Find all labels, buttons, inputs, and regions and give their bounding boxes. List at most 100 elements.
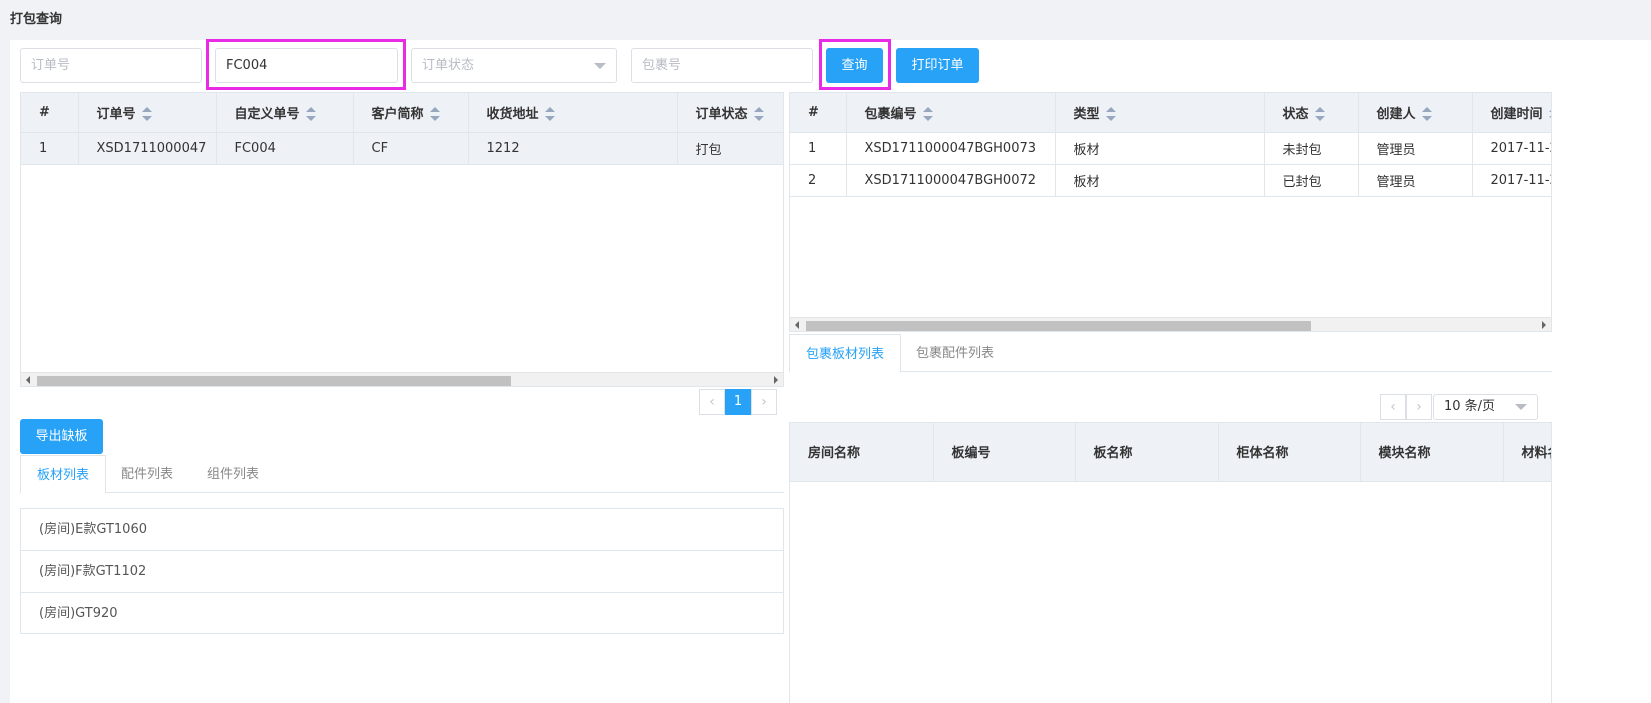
- sort-icon[interactable]: [1421, 107, 1432, 122]
- orders-table-box: # 订单号 自定义单号 客户简称 收货地址 订单状态 1 XSD1711000047 FC00…: [20, 92, 784, 387]
- custom-no-highlight: [206, 39, 406, 90]
- column-header-label: 客户简称: [371, 106, 424, 122]
- sort-icon[interactable]: [1548, 107, 1551, 122]
- column-header[interactable]: 类型: [1055, 93, 1265, 133]
- table-row[interactable]: 2 XSD1711000047BGH0072 板材 已封包 管理员 2017-11-2: [790, 164, 1551, 197]
- table-cell: 未封包: [1264, 132, 1359, 165]
- packages-table: # 包裹编号 类型 状态 创建人 创建时间 1 XSD1711000047BGH0073 板材…: [790, 93, 1551, 197]
- list-item[interactable]: (房间)F款GT1102: [21, 551, 783, 593]
- orders-horizontal-scrollbar[interactable]: [21, 372, 783, 386]
- column-header-label: 房间名称: [808, 446, 861, 462]
- column-header[interactable]: 状态: [1264, 93, 1359, 133]
- column-header-label: #: [808, 104, 819, 120]
- table-cell: XSD1711000047BGH0073: [846, 132, 1056, 165]
- table-cell: 已封包: [1264, 164, 1359, 197]
- left-pager-next-button[interactable]: ›: [751, 389, 777, 415]
- column-header-label: 模块名称: [1378, 446, 1431, 462]
- tab-component-list[interactable]: 组件列表: [191, 455, 275, 494]
- order-status-select[interactable]: 订单状态: [411, 48, 617, 83]
- column-header-label: 类型: [1073, 106, 1100, 122]
- list-item[interactable]: (房间)GT920: [21, 593, 783, 635]
- column-header-label: 材料名: [1521, 446, 1552, 462]
- board-table-box: 房间名称 板编号 板名称 柜体名称 模块名称 材料名: [789, 422, 1552, 703]
- page-size-value: 10 条/页: [1444, 399, 1496, 414]
- packages-header-row: # 包裹编号 类型 状态 创建人 创建时间: [790, 93, 1551, 133]
- table-cell: 板材: [1055, 164, 1265, 197]
- column-header: 柜体名称: [1218, 423, 1361, 482]
- table-row[interactable]: 1 XSD1711000047BGH0073 板材 未封包 管理员 2017-11-2: [790, 132, 1551, 165]
- right-pager-prev-button[interactable]: ‹: [1380, 394, 1406, 420]
- column-header-label: 创建人: [1376, 106, 1416, 122]
- table-cell: 1: [790, 132, 847, 165]
- list-item[interactable]: (房间)E款GT1060: [21, 509, 783, 551]
- column-header-label: 板编号: [951, 446, 991, 462]
- scroll-right-icon[interactable]: [1542, 321, 1546, 329]
- column-header-label: 收货地址: [486, 106, 539, 122]
- sort-icon[interactable]: [753, 107, 764, 122]
- page-size-select[interactable]: 10 条/页: [1433, 394, 1538, 420]
- package-no-input[interactable]: [631, 48, 813, 83]
- tab-board-list[interactable]: 板材列表: [20, 455, 107, 494]
- table-cell: 板材: [1055, 132, 1265, 165]
- column-header-label: 订单号: [96, 106, 136, 122]
- right-tabs: 包裹板材列表 包裹配件列表: [789, 334, 1552, 373]
- column-header[interactable]: 创建时间: [1472, 93, 1551, 133]
- column-header[interactable]: 订单状态: [677, 93, 783, 133]
- column-header: 板编号: [933, 423, 1076, 482]
- column-header-label: 自定义单号: [234, 106, 300, 122]
- sort-icon[interactable]: [922, 107, 933, 122]
- column-header[interactable]: 订单号: [78, 93, 217, 133]
- board-table: 房间名称 板编号 板名称 柜体名称 模块名称 材料名: [790, 423, 1552, 482]
- board-list: (房间)E款GT1060 (房间)F款GT1102 (房间)GT920: [20, 508, 784, 634]
- table-cell: 1: [21, 132, 79, 165]
- print-order-button[interactable]: 打印订单: [896, 48, 979, 83]
- chevron-down-icon: [1515, 404, 1527, 410]
- export-missing-button[interactable]: 导出缺板: [20, 419, 103, 454]
- query-highlight: [819, 39, 891, 90]
- column-header-label: 订单状态: [695, 106, 748, 122]
- table-row[interactable]: 1 XSD1711000047 FC004 CF 1212 打包: [21, 132, 783, 165]
- orders-header-row: # 订单号 自定义单号 客户简称 收货地址 订单状态: [21, 93, 783, 133]
- left-tabs: 板材列表 配件列表 组件列表: [20, 455, 784, 494]
- column-header: 材料名: [1503, 423, 1552, 482]
- scroll-thumb[interactable]: [37, 376, 511, 386]
- left-pager-page-1[interactable]: 1: [725, 389, 751, 415]
- sort-icon[interactable]: [1314, 107, 1325, 122]
- column-header-label: 柜体名称: [1236, 446, 1289, 462]
- sort-icon[interactable]: [544, 107, 555, 122]
- column-header: #: [21, 93, 79, 133]
- column-header: 模块名称: [1360, 423, 1504, 482]
- page-title: 打包查询: [10, 12, 63, 27]
- tab-package-board-list[interactable]: 包裹板材列表: [789, 334, 902, 373]
- column-header[interactable]: 创建人: [1358, 93, 1473, 133]
- right-pager-next-button[interactable]: ›: [1406, 394, 1432, 420]
- tab-fittings-list[interactable]: 配件列表: [105, 455, 189, 494]
- table-cell: CF: [353, 132, 469, 165]
- table-cell: 2017-11-2: [1472, 132, 1551, 165]
- column-header[interactable]: 包裹编号: [846, 93, 1056, 133]
- column-header-label: 创建时间: [1490, 106, 1543, 122]
- table-cell: 2: [790, 164, 847, 197]
- orders-table: # 订单号 自定义单号 客户简称 收货地址 订单状态 1 XSD1711000047 FC00…: [21, 93, 783, 165]
- order-no-input[interactable]: [20, 48, 202, 83]
- scroll-thumb[interactable]: [806, 321, 1311, 331]
- sort-icon[interactable]: [305, 107, 316, 122]
- tab-package-fittings-list[interactable]: 包裹配件列表: [900, 334, 1010, 373]
- table-cell: 管理员: [1358, 164, 1473, 197]
- scroll-left-icon[interactable]: [795, 321, 799, 329]
- sort-icon[interactable]: [141, 107, 152, 122]
- packages-horizontal-scrollbar[interactable]: [790, 317, 1551, 331]
- left-pager-prev-button[interactable]: ‹: [699, 389, 725, 415]
- column-header[interactable]: 收货地址: [468, 93, 678, 133]
- sort-icon[interactable]: [429, 107, 440, 122]
- column-header[interactable]: 客户简称: [353, 93, 469, 133]
- table-cell: XSD1711000047: [78, 132, 217, 165]
- sort-icon[interactable]: [1105, 107, 1116, 122]
- scroll-right-icon[interactable]: [774, 376, 778, 384]
- scroll-left-icon[interactable]: [26, 376, 30, 384]
- board-header-row: 房间名称 板编号 板名称 柜体名称 模块名称 材料名: [790, 423, 1552, 482]
- table-cell: FC004: [216, 132, 354, 165]
- column-header: #: [790, 93, 847, 133]
- table-cell: 2017-11-2: [1472, 164, 1551, 197]
- column-header[interactable]: 自定义单号: [216, 93, 354, 133]
